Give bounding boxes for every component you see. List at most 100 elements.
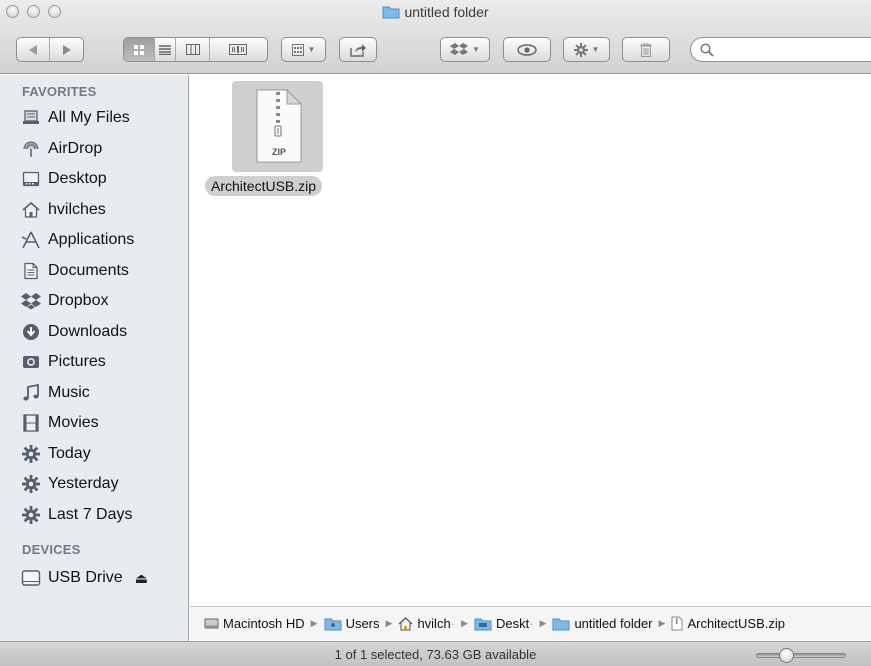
sidebar-item-all-my-files[interactable]: All My Files: [20, 105, 188, 131]
delete-button[interactable]: [622, 37, 670, 62]
path-crumb-hvilches[interactable]: hvilch ·: [398, 616, 455, 631]
sidebar-item-movies[interactable]: Movies: [20, 410, 188, 436]
slider-knob[interactable]: [778, 648, 794, 663]
sidebar-item-label: Documents: [48, 262, 129, 279]
folder-icon: [382, 5, 400, 22]
back-forward-control: [16, 37, 84, 62]
sidebar-item-label: Desktop: [48, 170, 107, 187]
icon-grid-icon: [133, 44, 144, 55]
sidebar-item-usb-drive[interactable]: USB Drive ⏏: [20, 565, 188, 591]
path-crumb-label: Deskt: [495, 616, 530, 631]
path-crumb-macintosh-hd[interactable]: Macintosh HD: [204, 616, 305, 631]
file-name-label[interactable]: ArchitectUSB.zip: [205, 176, 323, 196]
sidebar-item-yesterday[interactable]: Yesterday: [20, 471, 188, 497]
documents-icon: [20, 260, 42, 282]
eye-icon: [517, 43, 537, 56]
home-icon: [20, 199, 42, 221]
back-arrow-icon: [28, 44, 37, 55]
column-view-button[interactable]: [176, 38, 210, 61]
sidebar-item-label: Downloads: [48, 323, 128, 340]
sidebar-item-label: Yesterday: [48, 475, 119, 492]
columns-icon: [185, 44, 200, 55]
home-icon: [398, 616, 413, 631]
window-title-text: untitled folder: [404, 4, 489, 20]
list-view-button[interactable]: [155, 38, 177, 61]
desktop-folder-icon: [474, 617, 492, 631]
path-crumb-users[interactable]: Users: [324, 616, 380, 631]
status-text: 1 of 1 selected, 73.63 GB available: [334, 647, 537, 662]
trash-icon: [640, 42, 652, 57]
back-button[interactable]: [17, 38, 51, 61]
forward-button[interactable]: [50, 38, 83, 61]
share-icon: [350, 43, 366, 57]
sidebar-item-label: Today: [48, 445, 91, 462]
cover-flow-icon: [229, 44, 248, 55]
chevron-down-icon: ▼: [591, 45, 600, 54]
sidebar-item-desktop[interactable]: Desktop: [20, 166, 188, 192]
path-separator-icon: ▶: [658, 618, 666, 628]
path-crumb-desktop[interactable]: Deskt ·: [474, 616, 534, 631]
path-crumb-label: untitled folder: [574, 616, 653, 631]
dropbox-icon: [20, 290, 42, 312]
eject-icon[interactable]: ⏏: [135, 570, 148, 587]
arrange-button[interactable]: ▼: [281, 37, 326, 62]
zip-file-icon: ZIP: [256, 88, 302, 162]
smart-folder-gear-icon: [20, 504, 42, 526]
sidebar-item-label: Dropbox: [48, 292, 109, 309]
sidebar-item-label: USB Drive: [48, 569, 123, 586]
sidebar-item-label: Movies: [48, 414, 99, 431]
path-separator-icon: ▶: [310, 618, 318, 628]
share-button[interactable]: [339, 37, 377, 62]
downloads-icon: [20, 321, 42, 343]
path-crumb-label: hvilch: [417, 616, 451, 631]
sidebar-item-label: Pictures: [48, 353, 106, 370]
path-separator-icon: ▶: [539, 618, 547, 628]
dropbox-icon: [450, 42, 469, 55]
sidebar-item-label: Last 7 Days: [48, 506, 133, 523]
icon-size-slider[interactable]: [756, 648, 846, 663]
chevron-down-icon: ▼: [472, 45, 480, 54]
smart-folder-gear-icon: [20, 473, 42, 495]
favorites-header: FAVORITES: [22, 84, 97, 99]
sidebar-item-last-7-days[interactable]: Last 7 Days: [20, 502, 188, 528]
cover-flow-view-button[interactable]: [210, 38, 267, 61]
drive-icon: [20, 567, 42, 589]
sidebar-item-music[interactable]: Music: [20, 380, 188, 406]
path-separator-icon: ▶: [461, 618, 468, 628]
smart-folder-gear-icon: [20, 443, 42, 465]
action-button[interactable]: ▼: [563, 37, 610, 62]
file-browser-content: ZIP ArchitectUSB.zip: [190, 75, 871, 605]
path-crumb-architectusb-zip[interactable]: ArchitectUSB.zip: [671, 616, 785, 631]
icon-view-button[interactable]: [124, 38, 155, 61]
sidebar-item-documents[interactable]: Documents: [20, 258, 188, 284]
path-separator-icon: ▶: [385, 618, 393, 628]
chevron-down-icon: ▼: [307, 45, 316, 54]
users-folder-icon: [324, 617, 342, 631]
search-icon: [700, 43, 714, 57]
search-field[interactable]: [690, 37, 871, 62]
dropbox-toolbar-button[interactable]: ▼: [440, 37, 490, 62]
sidebar-item-label: Music: [48, 384, 90, 401]
all-files-icon: [20, 107, 42, 129]
window-title: untitled folder: [0, 4, 871, 22]
sidebar-item-downloads[interactable]: Downloads: [20, 319, 188, 345]
sidebar-item-label: All My Files: [48, 109, 130, 126]
file-item-selected[interactable]: ZIP: [232, 81, 323, 172]
sidebar-item-applications[interactable]: Applications: [20, 227, 188, 253]
sidebar-item-airdrop[interactable]: AirDrop: [20, 136, 188, 162]
path-crumb-untitled-folder[interactable]: untitled folder: [552, 616, 653, 631]
zip-file-small-icon: [671, 616, 683, 631]
truncation-fade: ·: [450, 616, 456, 631]
sidebar-item-pictures[interactable]: Pictures: [20, 349, 188, 375]
view-mode-control: [123, 37, 268, 62]
music-icon: [20, 382, 42, 404]
sidebar-item-today[interactable]: Today: [20, 441, 188, 467]
sidebar-item-label: AirDrop: [48, 140, 103, 157]
path-bar: Macintosh HD ▶ Users ▶ hvilch · ▶ Deskt · …: [190, 606, 871, 640]
quick-look-button[interactable]: [503, 37, 551, 62]
movies-icon: [20, 412, 42, 434]
sidebar-item-dropbox[interactable]: Dropbox: [20, 288, 188, 314]
sidebar-item-hvilches[interactable]: hvilches: [20, 197, 188, 223]
path-crumb-label: Users: [345, 616, 380, 631]
toolbar: untitled folder ▼ ▼ ▼: [0, 0, 871, 74]
